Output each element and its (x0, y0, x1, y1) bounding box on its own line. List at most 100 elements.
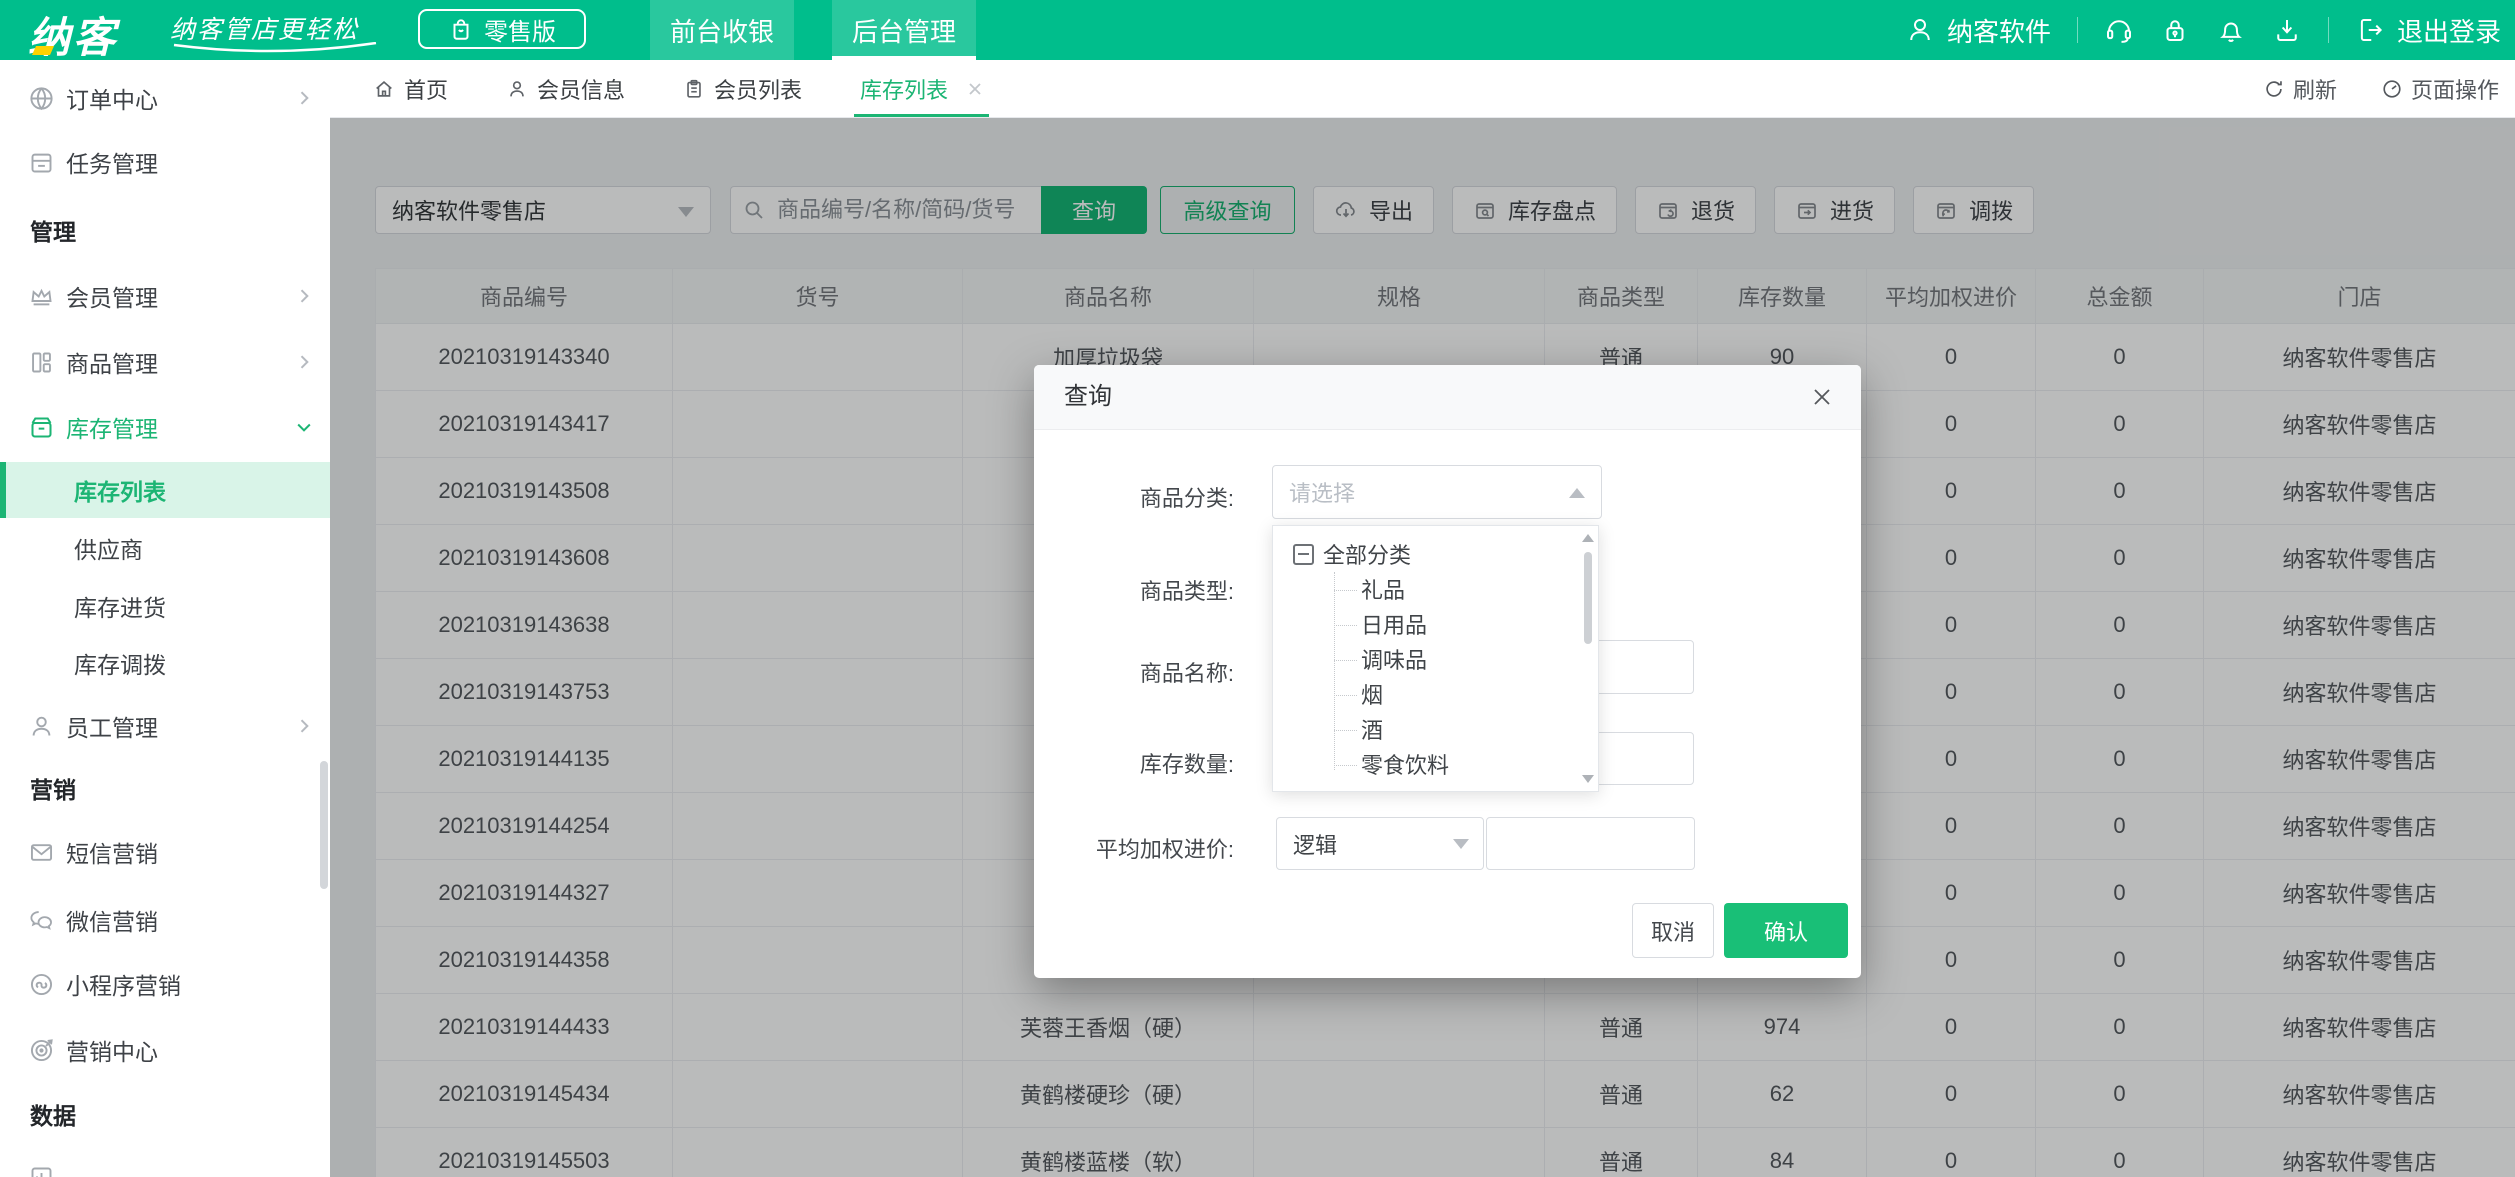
scroll-down-icon[interactable] (1582, 775, 1594, 783)
top-header: 纳客 纳客管店更轻松 零售版 前台收银 后台管理 (0, 0, 2515, 60)
logic-select[interactable]: 逻辑 (1276, 817, 1484, 870)
sidebar-item-label: 商品管理 (66, 345, 158, 379)
sidebar-item-partial[interactable] (0, 1153, 330, 1177)
edition-badge: 零售版 (418, 9, 586, 49)
sidebar-subitem-inventory-transfer[interactable]: 库存调拨 (0, 639, 330, 687)
tabbar-actions: 刷新 页面操作 (2263, 60, 2515, 117)
home-icon (373, 78, 395, 100)
tab-label: 会员列表 (714, 73, 802, 105)
tree-node-category[interactable]: 调味品 (1273, 643, 1574, 678)
crown-icon (28, 283, 55, 310)
brand-tagline: 纳客管店更轻松 (170, 10, 359, 46)
refresh-button[interactable]: 刷新 (2263, 73, 2337, 105)
confirm-button[interactable]: 确认 (1724, 903, 1848, 958)
tab-inventory-list[interactable]: 库存列表 (860, 60, 983, 117)
tab-home[interactable]: 首页 (373, 60, 448, 117)
category-tree-dropdown: 全部分类 礼品 日用品 调味品 烟 酒 零食饮料 (1272, 525, 1599, 792)
sidebar-item-task-management[interactable]: 任务管理 (0, 138, 330, 186)
lock-icon[interactable] (2160, 15, 2190, 45)
sidebar-section-management: 管理 (30, 206, 76, 254)
sidebar-item-staff-management[interactable]: 员工管理 (0, 702, 330, 750)
mail-icon (28, 839, 55, 866)
globe-icon (28, 85, 55, 112)
sidebar-section-marketing: 营销 (30, 764, 76, 812)
tree-node-category[interactable]: 酒 (1273, 713, 1574, 748)
tab-member-info[interactable]: 会员信息 (506, 60, 625, 117)
sidebar-item-order-center[interactable]: 订单中心 (0, 74, 330, 122)
chevron-right-icon (294, 286, 314, 306)
tree-node-category[interactable]: 礼品 (1273, 573, 1574, 608)
main-panel: 首页 会员信息 会员列表 库存列表 (330, 60, 2515, 1177)
tab-close-icon[interactable] (967, 81, 983, 97)
sidebar-item-wechat-marketing[interactable]: 微信营销 (0, 896, 330, 944)
tab-member-list[interactable]: 会员列表 (683, 60, 802, 117)
field-label-type: 商品类型: (1034, 574, 1234, 606)
tab-label: 库存列表 (860, 73, 948, 105)
sidebar-item-product-management[interactable]: 商品管理 (0, 338, 330, 386)
cancel-button[interactable]: 取消 (1632, 903, 1714, 958)
tree-node-category[interactable]: 日用品 (1273, 608, 1574, 643)
sidebar-item-marketing-center[interactable]: 营销中心 (0, 1026, 330, 1074)
mini-program-icon (28, 971, 55, 998)
sidebar-scrollbar-thumb[interactable] (320, 761, 328, 889)
tree-node-category[interactable]: 烟 (1273, 678, 1574, 713)
dialog-title: 查询 (1064, 365, 1112, 429)
sidebar-subitem-inventory-purchase[interactable]: 库存进货 (0, 582, 330, 630)
clipboard-icon (683, 78, 705, 100)
logout-label: 退出登录 (2397, 12, 2501, 49)
sidebar-subitem-inventory-list[interactable]: 库存列表 (0, 462, 330, 518)
refresh-label: 刷新 (2293, 73, 2337, 105)
sidebar-item-member-management[interactable]: 会员管理 (0, 272, 330, 320)
sidebar-item-label: 库存管理 (66, 410, 158, 444)
tree-node-category[interactable]: 零食饮料 (1273, 748, 1574, 783)
member-icon (506, 78, 528, 100)
page-operations-button[interactable]: 页面操作 (2381, 73, 2499, 105)
avg-price-input[interactable] (1486, 817, 1695, 870)
headset-icon[interactable] (2104, 15, 2134, 45)
category-select[interactable]: 请选择 (1272, 465, 1602, 519)
user-menu[interactable]: 纳客软件 (1905, 12, 2051, 49)
sidebar-subitem-supplier[interactable]: 供应商 (0, 524, 330, 572)
sidebar-subitem-label: 库存进货 (74, 589, 166, 623)
page-operations-label: 页面操作 (2411, 73, 2499, 105)
scroll-up-icon[interactable] (1582, 534, 1594, 542)
logic-select-value: 逻辑 (1293, 818, 1337, 869)
field-label-avg-price: 平均加权进价: (1034, 832, 1234, 864)
close-icon[interactable] (1805, 380, 1839, 414)
sidebar: 订单中心 任务管理 管理 会员管理 (0, 60, 330, 1177)
person-icon (28, 713, 55, 740)
chevron-right-icon (294, 88, 314, 108)
field-label-name: 商品名称: (1034, 656, 1234, 688)
logout-button[interactable]: 退出登录 (2355, 12, 2501, 49)
sidebar-item-sms-marketing[interactable]: 短信营销 (0, 828, 330, 876)
refresh-icon (2263, 78, 2285, 100)
field-label-qty: 库存数量: (1034, 747, 1234, 779)
sidebar-item-label: 营销中心 (66, 1033, 158, 1067)
nav-tab-cashier[interactable]: 前台收银 (650, 0, 794, 60)
tree-scrollbar-thumb[interactable] (1584, 552, 1592, 644)
collapse-icon[interactable] (1293, 544, 1314, 565)
sidebar-item-miniprogram-marketing[interactable]: 小程序营销 (0, 960, 330, 1008)
sidebar-item-label: 小程序营销 (66, 967, 181, 1001)
sidebar-item-label: 订单中心 (66, 81, 158, 115)
sidebar-subitem-label: 库存调拨 (74, 646, 166, 680)
tagline-underline (170, 42, 380, 54)
query-dialog: 查询 商品分类: 商品类型: 商品名称: 库存数量: 平均加权进价: 请选择 逻… (1034, 365, 1861, 978)
header-right-area: 纳客软件 (1905, 0, 2501, 60)
sidebar-subitem-label: 供应商 (74, 531, 143, 565)
sidebar-item-label: 会员管理 (66, 279, 158, 313)
field-label-category: 商品分类: (1034, 481, 1234, 513)
chevron-right-icon (294, 352, 314, 372)
tree-node-all-categories[interactable]: 全部分类 (1293, 538, 1411, 570)
tree-scrollbar[interactable] (1580, 530, 1596, 787)
bell-icon[interactable] (2216, 15, 2246, 45)
sidebar-item-label: 员工管理 (66, 709, 158, 743)
download-icon[interactable] (2272, 15, 2302, 45)
sidebar-item-inventory-management[interactable]: 库存管理 (0, 403, 330, 451)
goods-icon (28, 349, 55, 376)
tab-label: 会员信息 (537, 73, 625, 105)
sidebar-item-label: 短信营销 (66, 835, 158, 869)
nav-tab-backend[interactable]: 后台管理 (832, 0, 976, 60)
edition-badge-label: 零售版 (484, 12, 556, 47)
tree-root-label: 全部分类 (1323, 538, 1411, 570)
